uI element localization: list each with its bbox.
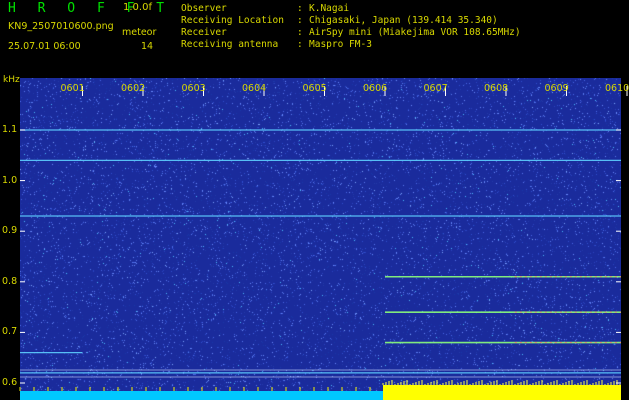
- time-tick-label: 0608: [484, 83, 509, 94]
- time-tick-label: 0602: [121, 83, 146, 94]
- frequency-tick-label: 1.1: [2, 124, 18, 135]
- time-tick-label: 0607: [423, 83, 448, 94]
- time-tick-label: 0610: [605, 83, 629, 94]
- hrofft-window: H R O F F T 1.0.0f KN9_2507010600.png me…: [0, 0, 629, 400]
- frequency-tick-label: 0.7: [2, 326, 18, 338]
- time-tick-label: 0609: [544, 83, 569, 94]
- time-tick-label: 0601: [60, 83, 85, 94]
- frequency-tick-label: 0.8: [2, 275, 18, 287]
- frequency-tick-label: 0.9: [2, 225, 18, 237]
- time-tick-label: 0606: [363, 83, 388, 94]
- spectrogram-overlay: [19, 86, 628, 400]
- frequency-tick-label: 1.0: [2, 174, 18, 186]
- frequency-tick-label: 0.6: [2, 377, 18, 388]
- level-bar-yellow: [383, 385, 621, 400]
- time-tick-label: 0605: [302, 83, 327, 94]
- time-tick-label: 0603: [181, 83, 206, 94]
- time-tick-label: 0604: [242, 83, 267, 94]
- level-bar-cyan: [20, 391, 383, 400]
